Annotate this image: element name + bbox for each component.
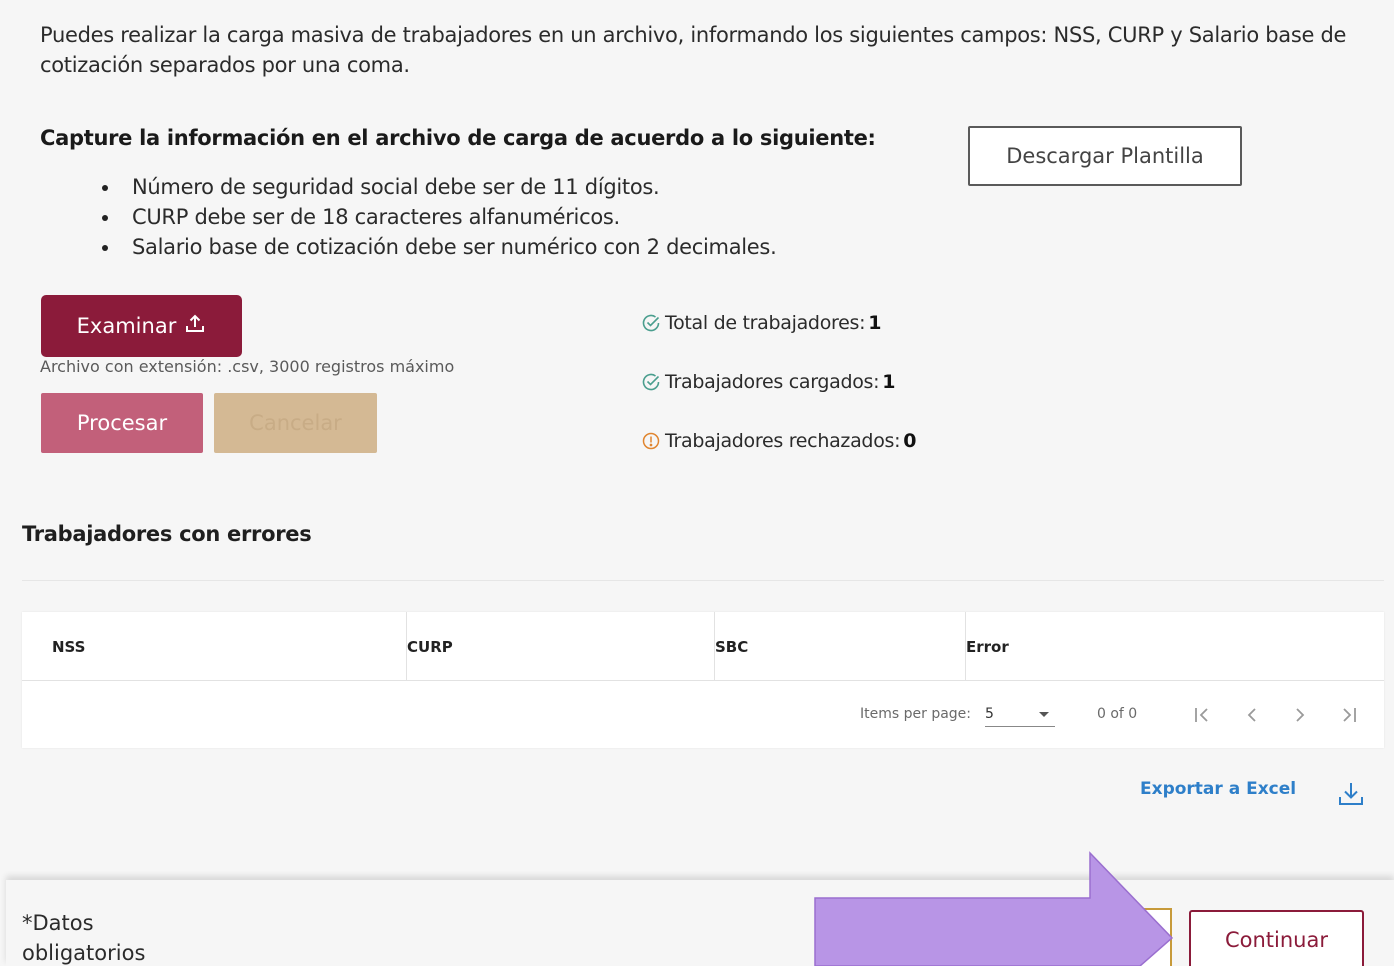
instruction-item: Número de seguridad social debe ser de 1… [100, 172, 776, 202]
column-header-sbc-label: SBC [715, 637, 749, 656]
first-page-icon[interactable] [1190, 703, 1214, 727]
column-header-nss[interactable]: NSS [52, 612, 406, 681]
stat-rejected-value: 0 [903, 430, 917, 452]
cancel-button[interactable]: Cancelar [214, 393, 377, 453]
stat-total: Total de trabajadores: 1 [640, 312, 881, 334]
caret-down-icon [1039, 712, 1049, 717]
stat-loaded: Trabajadores cargados: 1 [640, 371, 895, 393]
intro-text: Puedes realizar la carga masiva de traba… [40, 23, 1347, 77]
column-header-curp[interactable]: CURP [406, 612, 714, 681]
errors-table: NSS CURP SBC Error Items per page: 5 0 o… [22, 612, 1384, 748]
last-page-icon[interactable] [1337, 703, 1361, 727]
next-page-icon[interactable] [1288, 703, 1312, 727]
page-range: 0 of 0 [1097, 706, 1138, 722]
export-excel-link[interactable]: Exportar a Excel [1140, 779, 1296, 799]
table-header: NSS CURP SBC Error [22, 612, 1384, 681]
paginator: Items per page: 5 0 of 0 [22, 681, 1384, 748]
section-divider [22, 580, 1384, 581]
instruction-item: Salario base de cotización debe ser numé… [100, 232, 777, 262]
stat-total-value: 1 [868, 312, 882, 334]
alert-circle-icon [640, 430, 662, 452]
instructions-title: Capture la información en el archivo de … [40, 126, 876, 150]
pointer-arrow-icon [814, 851, 1174, 966]
stat-rejected: Trabajadores rechazados: 0 [640, 430, 916, 452]
column-header-curp-label: CURP [407, 637, 453, 656]
column-header-sbc[interactable]: SBC [714, 612, 965, 681]
items-per-page-value: 5 [985, 706, 994, 722]
required-fields-note: *Datos obligatorios [22, 911, 146, 965]
stat-rejected-label: Trabajadores rechazados: [665, 430, 901, 452]
column-header-error[interactable]: Error [965, 612, 1384, 681]
process-button[interactable]: Procesar [41, 393, 203, 453]
items-per-page-select[interactable]: 5 [985, 701, 1055, 727]
column-header-error-label: Error [966, 637, 1009, 656]
items-per-page-label: Items per page: [860, 706, 972, 722]
stat-total-label: Total de trabajadores: [665, 312, 866, 334]
upload-icon [184, 313, 206, 340]
errors-section-title: Trabajadores con errores [22, 522, 312, 546]
download-icon[interactable] [1336, 779, 1366, 809]
continue-button[interactable]: Continuar [1189, 910, 1364, 966]
instruction-item: CURP debe ser de 18 caracteres alfanumér… [100, 202, 776, 232]
browse-file-button[interactable]: Examinar [41, 295, 242, 357]
stat-loaded-label: Trabajadores cargados: [665, 371, 880, 393]
stat-loaded-value: 1 [882, 371, 896, 393]
download-template-button[interactable]: Descargar Plantilla [968, 126, 1242, 186]
browse-button-label: Examinar [76, 314, 177, 338]
previous-page-icon[interactable] [1240, 703, 1264, 727]
file-hint: Archivo con extensión: .csv, 3000 regist… [40, 357, 455, 376]
instructions-list: Número de seguridad social debe ser de 1… [100, 172, 777, 262]
check-circle-icon [640, 371, 662, 393]
footer-bar [6, 880, 1394, 966]
check-circle-icon [640, 312, 662, 334]
